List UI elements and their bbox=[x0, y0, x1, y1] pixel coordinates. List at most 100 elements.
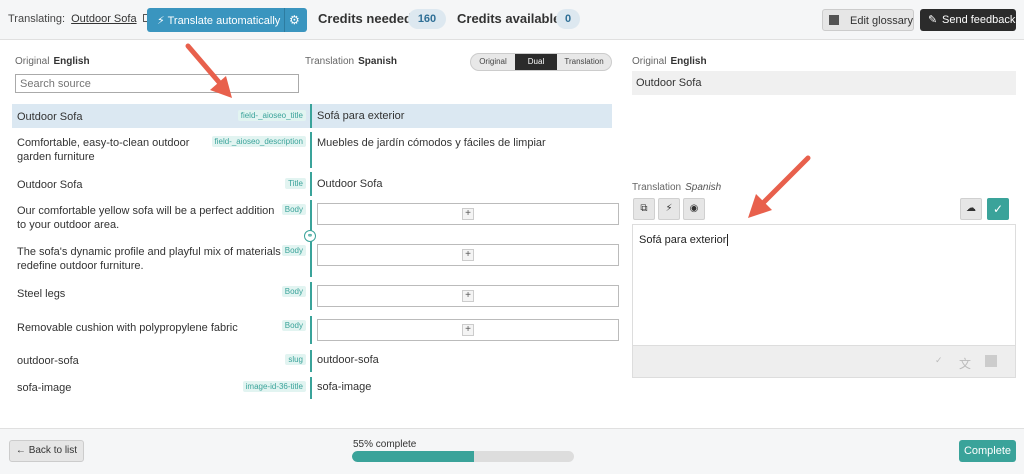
translating-target-link[interactable]: Outdoor Sofa bbox=[71, 13, 136, 25]
cloud-upload-icon[interactable]: ☁ bbox=[960, 198, 982, 220]
translation-language: Spanish bbox=[358, 56, 398, 67]
copy-source-icon[interactable]: ⧉ bbox=[633, 198, 655, 220]
plus-icon[interactable]: + bbox=[462, 249, 474, 261]
segment-target-empty[interactable]: + bbox=[317, 203, 619, 225]
bottom-bar: ← Back to list 55% complete Complete bbox=[0, 428, 1024, 474]
plus-icon[interactable]: + bbox=[462, 324, 474, 336]
segment-divider bbox=[310, 241, 312, 277]
progress-bar bbox=[352, 451, 574, 462]
gear-icon[interactable]: ⚙ bbox=[289, 13, 300, 27]
segment-target[interactable]: Outdoor Sofa bbox=[317, 178, 382, 190]
segment-source: Removable cushion with polypropylene fab… bbox=[17, 322, 238, 334]
segment-source: Steel legs bbox=[17, 288, 66, 300]
segment-divider bbox=[310, 132, 312, 168]
segment-source: Our comfortable yellow sofa will be a pe… bbox=[17, 205, 275, 231]
translation-column-header: Translation Spanish bbox=[305, 56, 397, 67]
view-mode-translation[interactable]: Translation bbox=[557, 54, 611, 70]
segment-tag: Body bbox=[281, 204, 306, 215]
right-translation-header: Translation Spanish bbox=[632, 182, 721, 193]
right-original-header: Original English bbox=[632, 56, 707, 67]
translating-caption: Translating: bbox=[8, 13, 66, 25]
edit-glossary-label: Edit glossary bbox=[850, 15, 913, 27]
top-toolbar: Translating: Outdoor Sofa ⚡ Translate au… bbox=[0, 0, 1024, 40]
spellcheck-icon[interactable]: ✓ bbox=[935, 355, 943, 366]
segment-tag: Body bbox=[281, 286, 306, 297]
segment-divider bbox=[310, 377, 312, 399]
segment-source: sofa-image bbox=[17, 382, 72, 394]
segment-divider bbox=[310, 350, 312, 372]
plus-icon[interactable]: + bbox=[462, 208, 474, 220]
translate-automatically-label: Translate automatically bbox=[167, 15, 281, 27]
translate-icon[interactable]: 文 bbox=[959, 355, 971, 372]
segment-tag: Body bbox=[281, 320, 306, 331]
lightning-icon-and-label: ⚡ Translate automatically bbox=[157, 15, 281, 27]
segment-tag: field-_aioseo_title bbox=[237, 110, 306, 121]
segment-row[interactable]: Outdoor Sofa Title Outdoor Sofa bbox=[12, 172, 612, 196]
segment-row[interactable]: The sofa's dynamic profile and playful m… bbox=[12, 241, 619, 277]
segment-source: Outdoor Sofa bbox=[17, 179, 83, 191]
confirm-check-icon[interactable]: ✓ bbox=[987, 198, 1009, 220]
segment-target[interactable]: sofa-image bbox=[317, 381, 371, 393]
right-original-label: Original bbox=[632, 56, 667, 67]
segment-source: The sofa's dynamic profile and playful m… bbox=[17, 246, 281, 272]
text-cursor bbox=[727, 234, 729, 246]
segment-divider bbox=[310, 104, 312, 128]
segment-source: outdoor-sofa bbox=[17, 355, 79, 367]
segment-target[interactable]: Muebles de jardín cómodos y fáciles de l… bbox=[317, 137, 546, 149]
segment-tag: Title bbox=[285, 178, 306, 189]
segment-tag: image-id-36-title bbox=[242, 381, 306, 392]
segment-target-empty[interactable]: + bbox=[317, 285, 619, 307]
right-translation-label: Translation bbox=[632, 182, 682, 193]
machine-translate-icon[interactable]: ⚡ bbox=[658, 198, 680, 220]
segment-tag: slug bbox=[285, 354, 306, 365]
segment-target[interactable]: outdoor-sofa bbox=[317, 354, 379, 366]
glossary-icon bbox=[829, 15, 839, 25]
translate-automatically-button[interactable]: ⚡ Translate automatically ⚙ bbox=[147, 8, 307, 32]
translation-label: Translation bbox=[305, 56, 355, 67]
translating-label: Translating: Outdoor Sofa bbox=[8, 12, 153, 25]
credits-available-badge: 0 bbox=[556, 9, 580, 29]
editor-footer: ✓ 文 bbox=[632, 346, 1016, 378]
pencil-icon: ✎ bbox=[928, 14, 938, 26]
segment-target[interactable]: Sofá para exterior bbox=[317, 110, 404, 122]
edit-glossary-button[interactable]: Edit glossary bbox=[822, 9, 914, 31]
segment-tag: field-_aioseo_description bbox=[211, 136, 306, 147]
original-text-box: Outdoor Sofa bbox=[632, 71, 1016, 95]
translation-editor[interactable]: Sofá para exterior bbox=[632, 224, 1016, 346]
search-source-input[interactable] bbox=[15, 74, 299, 93]
segment-row[interactable]: Outdoor Sofa field-_aioseo_title Sofá pa… bbox=[12, 104, 612, 128]
original-label: Original bbox=[15, 56, 50, 67]
original-language: English bbox=[53, 56, 90, 67]
segment-row[interactable]: Steel legs Body + bbox=[12, 282, 619, 310]
segment-target-empty[interactable]: + bbox=[317, 319, 619, 341]
segment-row[interactable]: Removable cushion with polypropylene fab… bbox=[12, 316, 619, 344]
segment-divider bbox=[310, 316, 312, 344]
annotation-arrow-left bbox=[185, 43, 232, 98]
segment-source: Outdoor Sofa bbox=[17, 111, 83, 123]
segment-tag: Body bbox=[281, 245, 306, 256]
segment-divider bbox=[310, 172, 312, 196]
plus-icon[interactable]: + bbox=[462, 290, 474, 302]
credits-available-label: Credits available bbox=[457, 11, 561, 26]
segment-divider bbox=[310, 282, 312, 310]
view-mode-original[interactable]: Original bbox=[471, 54, 515, 70]
view-mode-toggle: Original Dual Translation bbox=[470, 53, 612, 71]
segment-row[interactable]: outdoor-sofa slug outdoor-sofa bbox=[12, 350, 612, 372]
credits-needed-badge: 160 bbox=[408, 9, 446, 29]
send-feedback-label: Send feedback bbox=[942, 14, 1016, 26]
translation-editor-text: Sofá para exterior bbox=[639, 234, 727, 246]
credits-needed-label: Credits needed bbox=[318, 11, 412, 26]
segment-row[interactable]: Comfortable, easy-to-clean outdoor garde… bbox=[12, 132, 612, 168]
progress-fill bbox=[352, 451, 475, 462]
hide-icon[interactable]: ◉ bbox=[683, 198, 705, 220]
glossary-term-icon[interactable] bbox=[985, 355, 997, 367]
segment-target-empty[interactable]: + bbox=[317, 244, 619, 266]
complete-button[interactable]: Complete bbox=[959, 440, 1016, 462]
view-mode-dual[interactable]: Dual bbox=[515, 54, 557, 70]
send-feedback-button[interactable]: ✎ Send feedback bbox=[920, 9, 1016, 31]
right-original-language: English bbox=[670, 56, 707, 67]
back-to-list-button[interactable]: ← Back to list bbox=[9, 440, 84, 462]
segment-row[interactable]: sofa-image image-id-36-title sofa-image bbox=[12, 377, 612, 399]
button-separator bbox=[284, 8, 285, 32]
right-translation-language: Spanish bbox=[685, 182, 722, 193]
